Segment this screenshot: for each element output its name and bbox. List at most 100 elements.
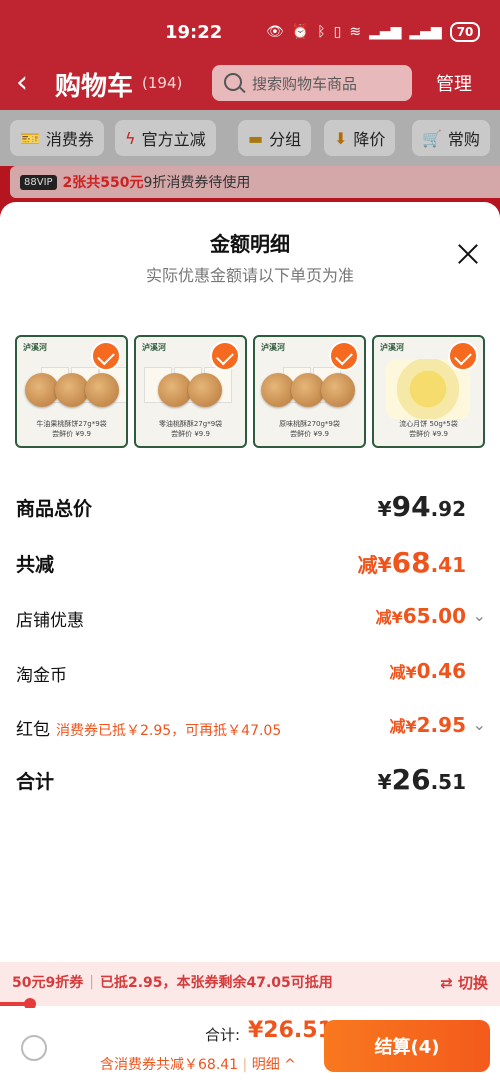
discount-prefix: 减¥ [357, 553, 392, 577]
product-thumbnail[interactable]: 泸溪河 流心月饼 50g*5袋 尝鲜价 ¥9.9 [372, 335, 485, 448]
discount-prefix: 减¥ [375, 608, 403, 627]
currency: ¥ [377, 770, 392, 794]
back-icon[interactable]: ‹ [16, 66, 40, 102]
coupon-status: 已抵2.95，本张券剩余47.05可抵用 [99, 975, 333, 991]
savings-summary: 含消费券共减￥68.41 | 明细 ^ [100, 1057, 296, 1073]
search-placeholder: 搜索购物车商品 [252, 75, 358, 93]
price-drop-icon: ⬇ [334, 128, 348, 148]
red-packet-label: 红包 [16, 720, 50, 740]
filter-group[interactable]: ▬ 分组 [238, 120, 312, 156]
product-thumbnail[interactable]: 泸溪河 牛油果桃酥饼27g*9袋 尝鲜价 ¥9.9 [15, 335, 128, 448]
check-icon[interactable] [210, 341, 240, 371]
discount-prefix: 减¥ [389, 663, 417, 682]
sum-value: ¥26.51 [378, 763, 466, 796]
product-caption: 原味桃酥270g*9袋 尝鲜价 ¥9.9 [279, 420, 340, 438]
filter-coupon[interactable]: 🎫 消费券 [10, 120, 104, 156]
page-title: 购物车 [55, 72, 134, 102]
chevron-down-icon[interactable]: ⌄ [473, 715, 486, 734]
search-icon [224, 73, 242, 91]
filter-price-drop[interactable]: ⬇ 降价 [324, 120, 396, 156]
coupon-name: 50元9折券 [12, 975, 84, 991]
search-input[interactable]: 搜索购物车商品 [212, 65, 412, 101]
brand-logo: 泸溪河 [142, 343, 166, 352]
total-label: 合计: [205, 1026, 241, 1044]
filter-official-discount[interactable]: ϟ 官方立减 [115, 120, 216, 156]
cart-header: ‹ 购物车 (194) 搜索购物车商品 管理 [0, 58, 500, 110]
product-image [142, 367, 239, 409]
value-dec: .92 [430, 497, 466, 521]
lightning-icon: ϟ [125, 128, 136, 148]
folder-icon: ▬ [248, 128, 264, 148]
product-image [261, 367, 358, 409]
manage-button[interactable]: 管理 [436, 70, 472, 96]
check-icon[interactable] [329, 341, 359, 371]
vibrate-icon: ▯ [333, 24, 342, 40]
red-packet-value: 减¥2.95 [390, 713, 467, 737]
checkout-footer: 合计: ¥26.51 含消费券共减￥68.41 | 明细 ^ 结算(4) [0, 1008, 500, 1085]
value-dec: .41 [430, 553, 466, 577]
chevron-down-icon[interactable]: ⌄ [473, 606, 486, 625]
wifi-icon: ≋ [349, 24, 362, 40]
total-value: ¥26.51 [248, 1018, 333, 1043]
alarm-icon: ⏰ [291, 24, 310, 40]
vip-highlight: 2张共550元 [62, 175, 144, 191]
close-icon[interactable] [454, 240, 482, 268]
discount-prefix: 减¥ [389, 717, 417, 736]
filter-bar: 🎫 消费券 ϟ 官方立减 ▬ 分组 ⬇ 降价 🛒 常购 [0, 110, 500, 166]
product-thumbnails: 泸溪河 牛油果桃酥饼27g*9袋 尝鲜价 ¥9.9 泸溪河 零油桃酥酥27g*9… [15, 335, 490, 448]
battery-icon: 70 [449, 22, 481, 42]
value: 65.00 [402, 604, 466, 628]
value-int: 94 [391, 490, 431, 523]
amount-detail-sheet: 金额明细 实际优惠金额请以下单页为准 泸溪河 牛油果桃酥饼27g*9袋 尝鲜价 … [0, 202, 500, 1085]
detail-toggle[interactable]: 明细 ^ [252, 1057, 296, 1073]
row-label: 淘金币 [16, 666, 67, 686]
filter-label: 官方立减 [141, 130, 206, 149]
total-goods-value: ¥94.92 [378, 490, 466, 523]
product-thumbnail[interactable]: 泸溪河 零油桃酥酥27g*9袋 尝鲜价 ¥9.9 [134, 335, 247, 448]
coupon-progress [0, 998, 500, 1010]
vip-badge: 88VIP [20, 174, 57, 190]
product-thumbnail[interactable]: 泸溪河 原味桃酥270g*9袋 尝鲜价 ¥9.9 [253, 335, 366, 448]
filter-label: 消费券 [45, 130, 94, 149]
product-caption: 流心月饼 50g*5袋 尝鲜价 ¥9.9 [399, 420, 458, 438]
coupon-separator: | [89, 974, 94, 990]
status-bar: 19:22 👁 ⏰ ᛒ ▯ ≋ ▂▄▆ ▂▄▆ 70 [0, 0, 500, 64]
brand-logo: 泸溪河 [261, 343, 285, 352]
value-dec: .51 [430, 770, 466, 794]
product-caption: 牛油果桃酥饼27g*9袋 尝鲜价 ¥9.9 [36, 420, 107, 438]
eye-icon: 👁 [266, 24, 284, 40]
brand-logo: 泸溪河 [380, 343, 404, 352]
shop-discount-value: 减¥65.00 [376, 604, 466, 628]
vip-text: 9折消费券待使用 [143, 175, 251, 191]
value: 2.95 [416, 713, 466, 737]
coupon-bar: 50元9折券 | 已抵2.95，本张券剩余47.05可抵用 ⇄ 切换 [0, 962, 500, 1002]
currency: ¥ [377, 497, 392, 521]
bluetooth-icon: ᛒ [317, 24, 326, 40]
vip-coupon-banner[interactable]: 88VIP 2张共550元 9折消费券待使用 [10, 166, 500, 198]
filter-label: 分组 [269, 130, 302, 149]
value: 0.46 [416, 659, 466, 683]
row-label: 红包 消费券已抵￥2.95，可再抵￥47.05 [16, 715, 281, 740]
filter-label: 降价 [353, 130, 386, 149]
select-all-radio[interactable] [21, 1035, 47, 1061]
value-int: 26 [391, 763, 431, 796]
status-time: 19:22 [165, 22, 223, 43]
cart-icon: 🛒 [422, 128, 442, 148]
row-label: 共减 [16, 554, 55, 576]
sheet-subtitle: 实际优惠金额请以下单页为准 [145, 266, 354, 285]
filter-label: 常购 [447, 130, 480, 149]
row-label: 合计 [16, 771, 55, 793]
filter-frequent[interactable]: 🛒 常购 [412, 120, 490, 156]
status-icons: 👁 ⏰ ᛒ ▯ ≋ ▂▄▆ ▂▄▆ 70 [266, 22, 481, 42]
row-label: 店铺优惠 [16, 611, 84, 631]
coupon-icon: 🎫 [20, 128, 40, 148]
sheet-title: 金额明细 [210, 232, 290, 256]
check-icon[interactable] [448, 341, 478, 371]
product-image [23, 367, 126, 409]
coins-value: 减¥0.46 [390, 659, 467, 683]
checkout-button[interactable]: 结算(4) [324, 1020, 490, 1072]
signal-icon: ▂▄▆ [369, 24, 402, 40]
red-packet-note: 消费券已抵￥2.95，可再抵￥47.05 [56, 723, 282, 739]
check-icon[interactable] [91, 341, 121, 371]
switch-coupon-button[interactable]: ⇄ 切换 [440, 972, 488, 993]
